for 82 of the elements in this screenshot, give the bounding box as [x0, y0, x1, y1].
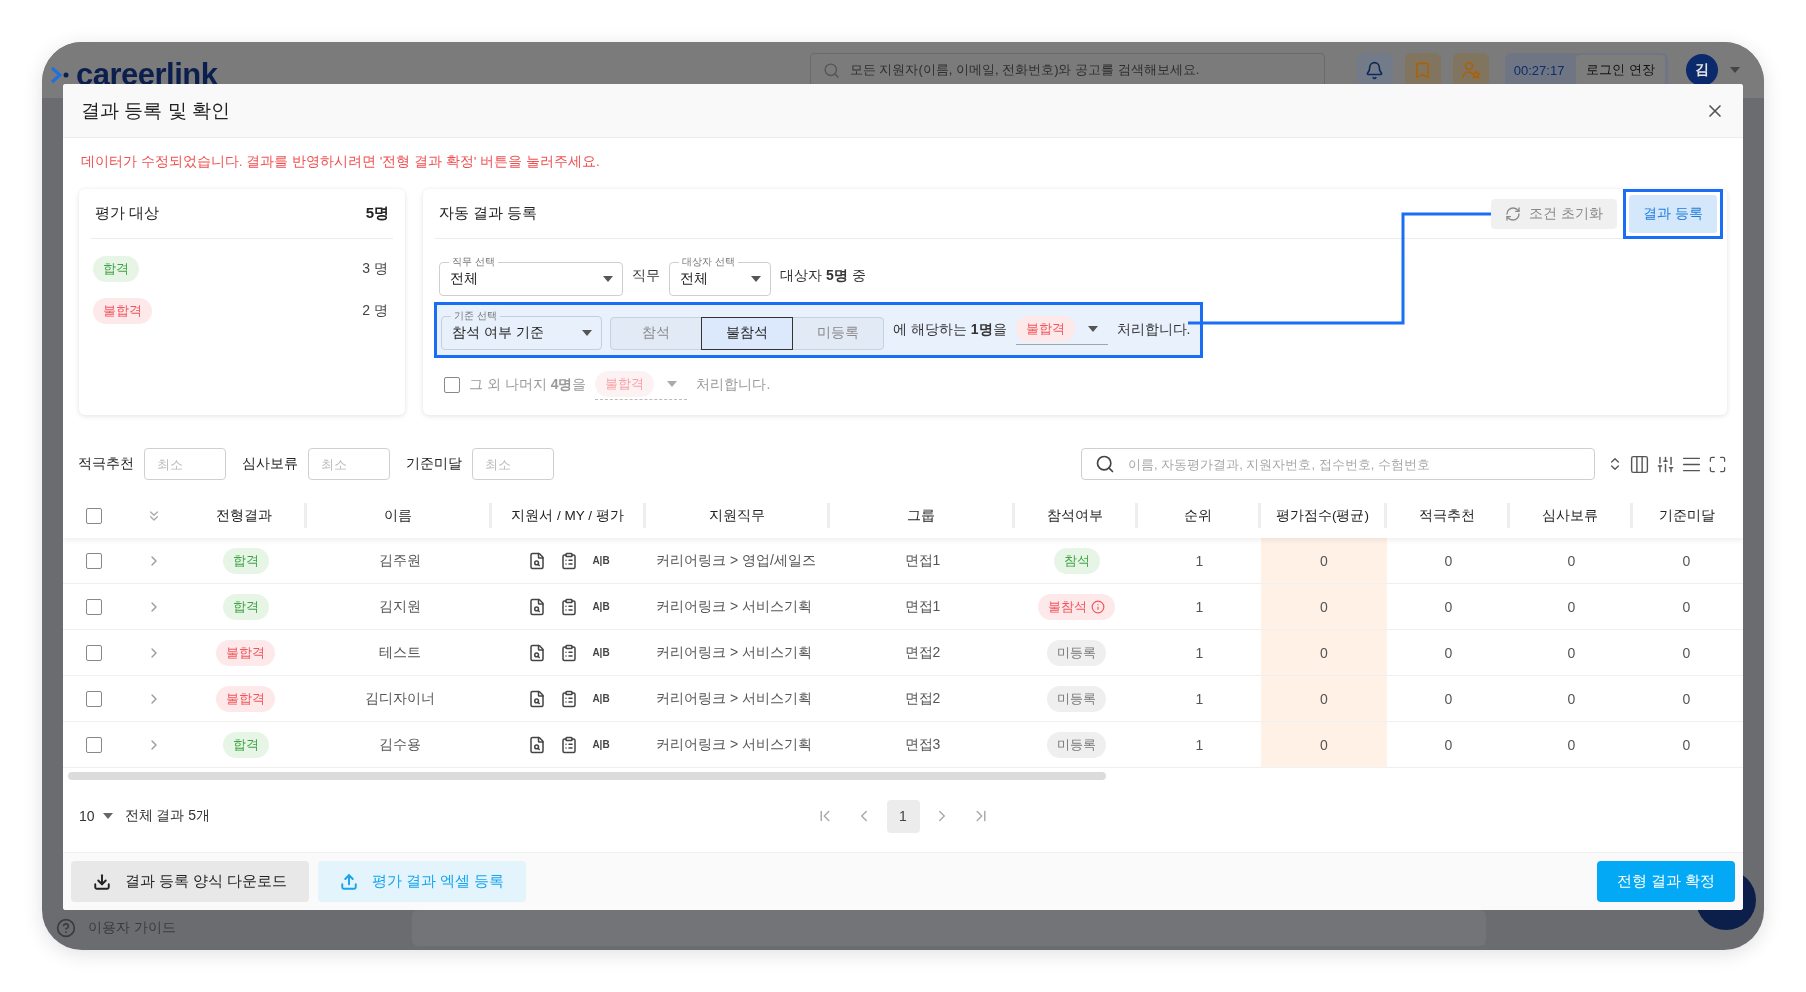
filter-label: 적극추천	[78, 455, 134, 473]
attendance-tag: 참석	[1053, 547, 1100, 574]
table-cell: 0	[1682, 644, 1691, 661]
column-header: 전형결과	[216, 506, 272, 525]
column-header: 평가점수(평균)	[1276, 506, 1369, 525]
table-cell: 0	[1320, 690, 1328, 707]
result-tag: 불합격	[216, 639, 275, 666]
table-cell: 김주원	[378, 551, 421, 570]
table-cell: 면접1	[904, 597, 941, 616]
result-tag: 불합격	[216, 685, 275, 712]
table-cell: 0	[1320, 552, 1328, 569]
match-count-text: 에 해당하는 1명을	[893, 321, 1007, 339]
table-cell: 커리어링크 > 영업/세일즈	[656, 551, 816, 570]
action-text: 처리합니다.	[696, 376, 771, 394]
result-tag: 합격	[222, 547, 269, 574]
total-results: 전체 결과 5개	[124, 807, 211, 825]
result-tag: 합격	[222, 593, 269, 620]
table-cell: 1	[1195, 552, 1204, 569]
table-cell: 커리어링크 > 서비스기획	[656, 643, 812, 662]
table-cell: 0	[1320, 644, 1328, 661]
table-cell: 0	[1567, 552, 1576, 569]
table-cell: 커리어링크 > 서비스기획	[656, 735, 812, 754]
result-count: 3 명	[362, 260, 388, 278]
table-cell: 0	[1320, 598, 1328, 615]
table-cell: 0	[1682, 552, 1691, 569]
attendance-tag: 불참석	[1038, 593, 1115, 620]
table-cell: 0	[1682, 736, 1691, 753]
table-cell: 0	[1320, 736, 1328, 753]
table-cell: 1	[1195, 690, 1204, 707]
table-cell: 0	[1567, 598, 1576, 615]
result-tag: 합격	[222, 731, 269, 758]
table-cell: 0	[1444, 598, 1453, 615]
table-cell: 0	[1444, 644, 1453, 661]
total-count: 5명	[365, 204, 389, 223]
notice-text: 데이터가 수정되었습니다. 결과를 반영하시려면 '전형 결과 확정' 버튼을 눌러주세요.	[80, 153, 601, 171]
job-label: 직무	[632, 267, 660, 285]
column-header: 기준미달	[1658, 506, 1715, 525]
filter-label: 심사보류	[242, 455, 298, 473]
table-cell: 면접1	[904, 551, 941, 570]
table-cell: 1	[1195, 598, 1204, 615]
attendance-tag: 미등록	[1047, 731, 1106, 758]
attendance-tag: 미등록	[1047, 685, 1106, 712]
column-header: 순위	[1184, 506, 1212, 525]
card-title: 자동 결과 등록	[439, 204, 538, 223]
rest-count-text: 그 외 나머지 4명을	[469, 376, 587, 394]
table-cell: 0	[1444, 690, 1453, 707]
table-cell: 0	[1567, 736, 1576, 753]
table-cell: 면접2	[904, 643, 941, 662]
table-cell: 김디자이너	[364, 689, 435, 708]
modal-title: 결과 등록 및 확인	[81, 98, 230, 123]
column-header: 참석여부	[1047, 506, 1103, 525]
table-cell: 면접3	[904, 735, 941, 754]
column-header: 이름	[384, 506, 412, 525]
column-header: 그룹	[907, 506, 935, 525]
table-cell: 0	[1444, 552, 1453, 569]
attendance-tag: 미등록	[1047, 639, 1106, 666]
table-cell: 0	[1567, 690, 1576, 707]
table-cell: 0	[1567, 644, 1576, 661]
table-cell: 커리어링크 > 서비스기획	[656, 689, 812, 708]
table-cell: 김지원	[378, 597, 421, 616]
table-cell: 1	[1195, 736, 1204, 753]
column-header: 적극추천	[1419, 506, 1475, 525]
column-header: 심사보류	[1542, 506, 1598, 525]
target-count-text: 대상자 5명 중	[780, 267, 866, 285]
filter-label: 기준미달	[406, 455, 462, 473]
result-count: 2 명	[362, 302, 388, 320]
card-title: 평가 대상	[95, 204, 160, 223]
session-timer: 00:27:17	[1512, 62, 1566, 78]
table-cell: 면접2	[904, 689, 941, 708]
table-cell: 테스트	[378, 643, 421, 662]
table-cell: 1	[1195, 644, 1204, 661]
column-header: 지원직무	[708, 506, 765, 525]
action-text: 처리합니다.	[1116, 321, 1191, 339]
table-cell: 0	[1444, 736, 1453, 753]
logo-text: careerlink	[76, 57, 218, 93]
table-cell: 0	[1682, 598, 1691, 615]
column-header: 지원서 / MY / 평가	[511, 506, 624, 525]
table-cell: 0	[1682, 690, 1691, 707]
table-cell: 김수용	[378, 735, 421, 754]
result-tag: 불합격	[93, 298, 152, 324]
result-tag: 합격	[93, 256, 139, 282]
table-cell: 커리어링크 > 서비스기획	[656, 597, 812, 616]
